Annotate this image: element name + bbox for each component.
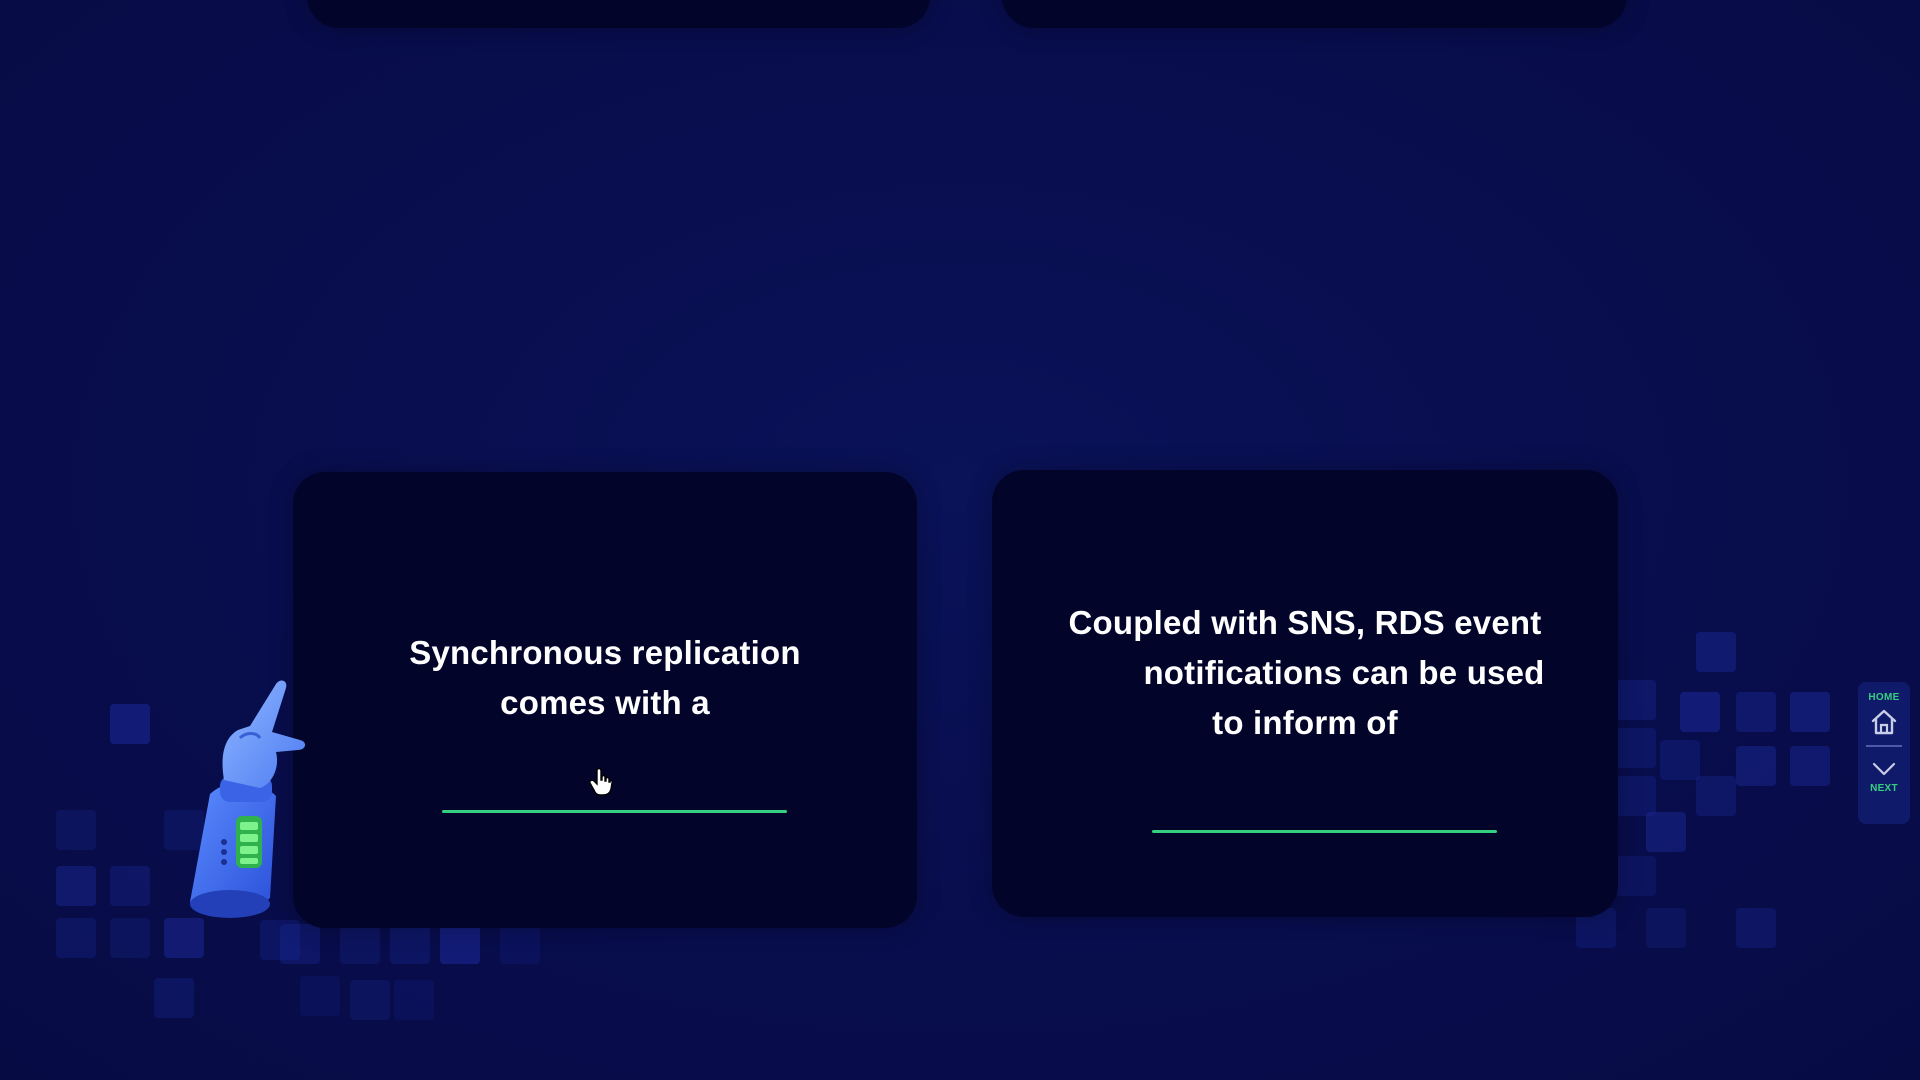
card-1-question-text: Synchronous replication comes with a bbox=[293, 628, 917, 728]
card-top-right bbox=[1002, 0, 1627, 28]
card-2-line: to inform of bbox=[1212, 704, 1398, 741]
quiz-screen: Synchronous replication comes with a Cou… bbox=[0, 0, 1920, 1080]
card-2-line: notifications can be used bbox=[1143, 654, 1545, 691]
chevron-down-icon[interactable] bbox=[1869, 757, 1899, 781]
answer-blank-line bbox=[1152, 830, 1497, 833]
answer-blank-line bbox=[442, 810, 787, 813]
home-icon[interactable] bbox=[1869, 707, 1899, 737]
card-2-question-text: Coupled with SNS, RDS event notification… bbox=[992, 598, 1618, 748]
card-top-left bbox=[307, 0, 930, 28]
side-navigation: HOME NEXT bbox=[1858, 682, 1910, 824]
card-1-line: comes with a bbox=[500, 684, 710, 721]
next-label[interactable]: NEXT bbox=[1870, 783, 1898, 794]
question-card-1[interactable]: Synchronous replication comes with a bbox=[293, 472, 917, 928]
question-card-2[interactable]: Coupled with SNS, RDS event notification… bbox=[992, 470, 1618, 917]
home-label[interactable]: HOME bbox=[1868, 692, 1899, 703]
nav-divider bbox=[1866, 745, 1902, 747]
card-2-line: Coupled with SNS, RDS event bbox=[1068, 604, 1542, 641]
card-1-line: Synchronous replication bbox=[409, 634, 801, 671]
robot-hand-illustration bbox=[190, 680, 306, 918]
hand-cursor-icon bbox=[589, 768, 613, 796]
